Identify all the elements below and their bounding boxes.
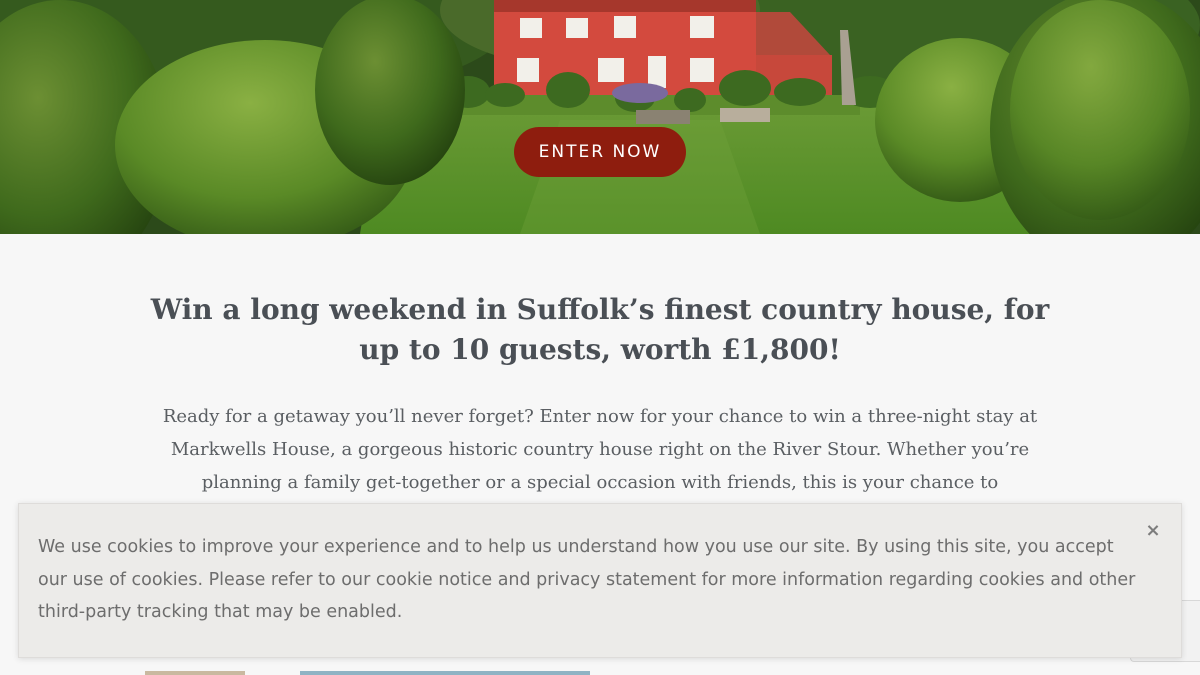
intro-paragraph: Ready for a getaway you’ll never forget?… xyxy=(162,406,1038,493)
enter-now-button[interactable]: ENTER NOW xyxy=(514,127,686,177)
country-house-garden-photo xyxy=(0,0,1200,234)
hero-banner: ENTER NOW xyxy=(0,0,1200,234)
cookie-banner: We use cookies to improve your experienc… xyxy=(18,503,1182,658)
close-icon[interactable]: × xyxy=(1142,520,1164,542)
page-headline: Win a long weekend in Suffolk’s finest c… xyxy=(150,293,1050,366)
image-strip-left xyxy=(145,671,245,675)
cookie-notice-text: We use cookies to improve your experienc… xyxy=(38,537,1136,622)
image-strip-right xyxy=(300,671,590,675)
